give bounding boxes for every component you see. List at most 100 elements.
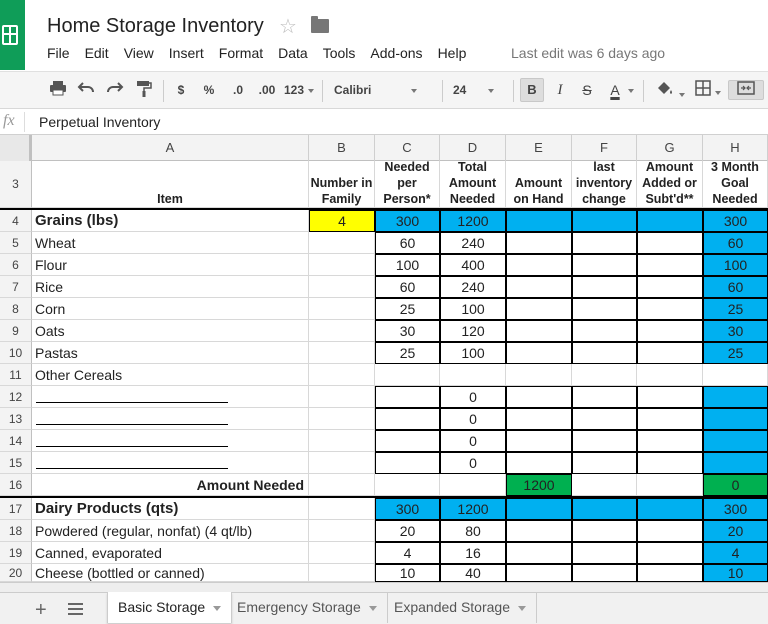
cell-a16[interactable]: Amount Needed [32,474,309,496]
cell-b7[interactable] [309,276,375,298]
all-sheets-icon[interactable] [68,603,83,615]
row-number[interactable]: 4 [0,210,32,232]
cell-d16[interactable] [440,474,506,496]
cell-f16[interactable] [572,474,637,496]
row-number[interactable]: 16 [0,474,32,496]
menu-data[interactable]: Data [278,45,308,63]
column-header-c[interactable]: C [375,135,440,161]
cell-f15[interactable] [572,452,637,474]
menu-edit[interactable]: Edit [85,45,109,63]
cell-c10[interactable]: 25 [375,342,440,364]
star-icon[interactable]: ☆ [279,14,297,39]
cell-a19[interactable]: Canned, evaporated [32,542,309,564]
cell-f14[interactable] [572,430,637,452]
cell-e6[interactable] [506,254,572,276]
cell-h19[interactable]: 4 [703,542,768,564]
cell-c11[interactable] [375,364,440,386]
cell-b9[interactable] [309,320,375,342]
cell-c17[interactable]: 300 [375,498,440,520]
cell-e5[interactable] [506,232,572,254]
cell-g16[interactable] [637,474,703,496]
column-header-a[interactable]: A [32,135,309,161]
fill-color-button[interactable] [652,80,688,100]
row-number[interactable]: 6 [0,254,32,276]
header-item[interactable]: Item [32,161,309,208]
menu-view[interactable]: View [124,45,154,63]
chevron-down-icon[interactable] [368,605,377,611]
merge-cells-button[interactable] [728,80,764,100]
cell-c18[interactable]: 20 [375,520,440,542]
cell-e4[interactable] [506,210,572,232]
cell-g17[interactable] [637,498,703,520]
cell-d13[interactable]: 0 [440,408,506,430]
cell-b19[interactable] [309,542,375,564]
cell-g14[interactable] [637,430,703,452]
column-header-f[interactable]: F [572,135,637,161]
cell-c6[interactable]: 100 [375,254,440,276]
borders-button[interactable] [694,80,722,100]
row-number[interactable]: 20 [0,564,32,582]
cell-d11[interactable] [440,364,506,386]
cell-a9[interactable]: Oats [32,320,309,342]
cell-c15[interactable] [375,452,440,474]
menu-addons[interactable]: Add-ons [370,45,422,63]
cell-c4[interactable]: 300 [375,210,440,232]
cell-c13[interactable] [375,408,440,430]
cell-d5[interactable]: 240 [440,232,506,254]
decrease-decimal-button[interactable]: .0 [226,80,250,100]
cell-h5[interactable]: 60 [703,232,768,254]
cell-a13[interactable] [32,408,309,430]
cell-a5[interactable]: Wheat [32,232,309,254]
cell-g7[interactable] [637,276,703,298]
cell-b15[interactable] [309,452,375,474]
cell-a4[interactable]: Grains (lbs) [32,210,309,232]
cell-g19[interactable] [637,542,703,564]
cell-h16[interactable]: 0 [703,474,768,496]
cell-a11[interactable]: Other Cereals [32,364,309,386]
row-number[interactable]: 17 [0,498,32,520]
cell-f7[interactable] [572,276,637,298]
cell-b8[interactable] [309,298,375,320]
cell-b6[interactable] [309,254,375,276]
sheets-logo[interactable] [0,0,25,70]
cell-c19[interactable]: 4 [375,542,440,564]
cell-b16[interactable] [309,474,375,496]
cell-e11[interactable] [506,364,572,386]
cell-c20[interactable]: 10 [375,564,440,582]
bold-button[interactable]: B [520,78,544,102]
row-number[interactable]: 12 [0,386,32,408]
column-header-d[interactable]: D [440,135,506,161]
cell-b11[interactable] [309,364,375,386]
select-all-corner[interactable] [0,135,32,161]
cell-e12[interactable] [506,386,572,408]
chevron-down-icon[interactable] [517,605,526,611]
cell-e18[interactable] [506,520,572,542]
row-number[interactable]: 3 [0,161,32,208]
cell-d12[interactable]: 0 [440,386,506,408]
cell-c5[interactable]: 60 [375,232,440,254]
header-number-in-family[interactable]: Number in Family [309,161,375,208]
cell-d19[interactable]: 16 [440,542,506,564]
cell-c7[interactable]: 60 [375,276,440,298]
folder-icon[interactable] [311,16,329,33]
sheet-tab-emergency-storage[interactable]: Emergency Storage [227,592,388,623]
cell-h10[interactable]: 25 [703,342,768,364]
header-amount-on-hand[interactable]: Amount on Hand [506,161,572,208]
print-icon[interactable] [47,80,69,100]
cell-e7[interactable] [506,276,572,298]
cell-h15[interactable] [703,452,768,474]
cell-f20[interactable] [572,564,637,582]
undo-icon[interactable] [75,80,97,100]
cell-e16[interactable]: 1200 [506,474,572,496]
header-last-inventory-change[interactable]: last inventory change [572,161,637,208]
text-color-button[interactable]: A [604,80,626,100]
cell-h13[interactable] [703,408,768,430]
cell-d8[interactable]: 100 [440,298,506,320]
add-sheet-icon[interactable]: + [35,599,47,622]
cell-g8[interactable] [637,298,703,320]
column-header-e[interactable]: E [506,135,572,161]
cell-f11[interactable] [572,364,637,386]
row-number[interactable]: 15 [0,452,32,474]
cell-c14[interactable] [375,430,440,452]
cell-a6[interactable]: Flour [32,254,309,276]
